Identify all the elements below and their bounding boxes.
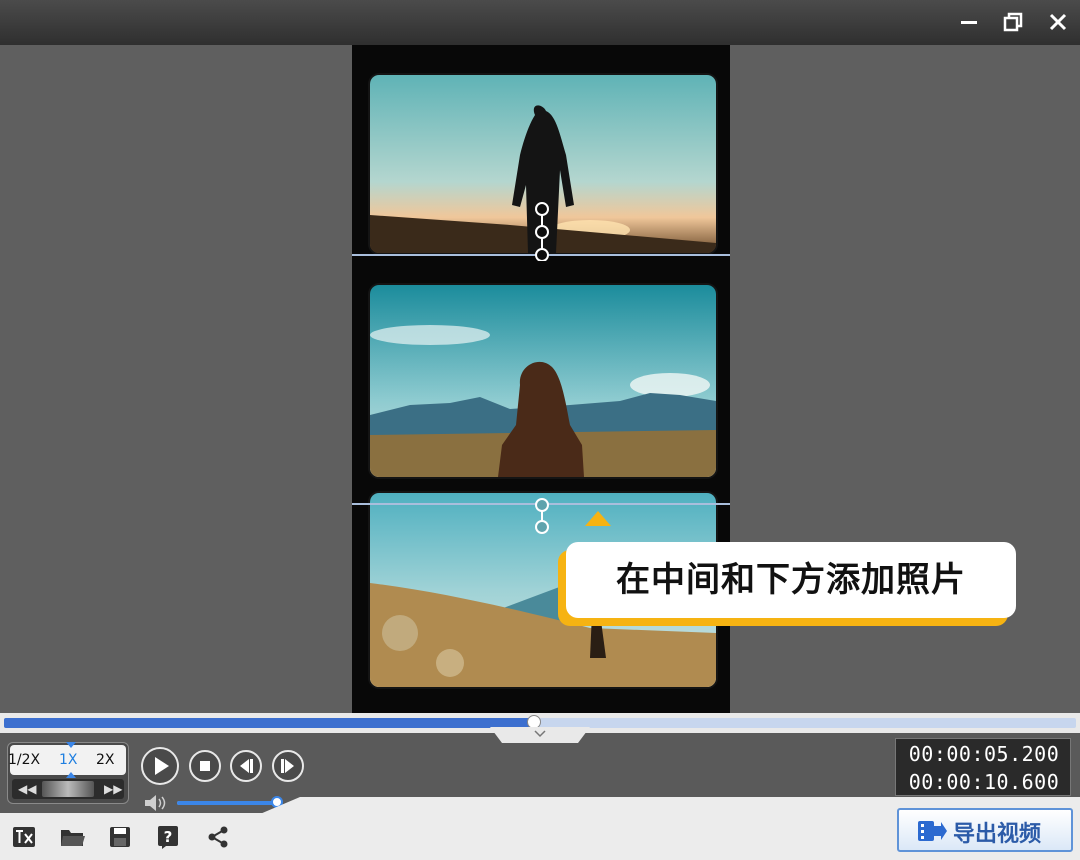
total-time: 00:00:10.600 xyxy=(908,770,1060,794)
rewind-icon[interactable]: ◀◀ xyxy=(18,782,36,796)
title-bar xyxy=(0,0,1080,45)
close-button[interactable] xyxy=(1036,0,1080,45)
chevron-down-icon xyxy=(534,730,546,738)
next-frame-icon xyxy=(281,759,294,773)
speed-indicator-icon xyxy=(66,742,76,748)
restore-icon xyxy=(1003,12,1023,32)
speed-half[interactable]: 1/2X xyxy=(8,752,40,768)
photo-middle[interactable] xyxy=(370,285,716,477)
previous-frame-button[interactable] xyxy=(230,750,262,782)
bottom-drag-handle[interactable] xyxy=(532,497,552,537)
volume-level xyxy=(177,801,277,805)
play-button[interactable] xyxy=(141,747,179,785)
speed-normal[interactable]: 1X xyxy=(59,752,78,768)
speed-selector: 1/2X 1X 2X xyxy=(8,742,126,778)
tip-pointer xyxy=(585,511,611,526)
close-icon xyxy=(1049,13,1067,31)
seek-track[interactable] xyxy=(4,715,1076,729)
top-drag-handle[interactable] xyxy=(532,201,552,261)
export-label: 导出视频 xyxy=(953,822,1042,847)
jog-shuttle[interactable]: ◀◀ ▶▶ xyxy=(12,779,124,799)
tip-box: 在中间和下方添加照片 xyxy=(566,542,1016,618)
tip-text: 在中间和下方添加照片 xyxy=(616,560,966,600)
restore-button[interactable] xyxy=(991,0,1035,45)
save-icon[interactable] xyxy=(108,825,134,849)
fast-forward-icon[interactable]: ▶▶ xyxy=(104,782,122,796)
text-tool-icon[interactable] xyxy=(12,825,38,849)
export-video-icon xyxy=(918,821,947,841)
time-display: 00:00:05.200 00:00:10.600 xyxy=(895,738,1071,796)
stop-icon xyxy=(200,761,210,771)
play-icon xyxy=(155,757,169,775)
open-folder-icon[interactable] xyxy=(60,825,86,849)
svg-text:?: ? xyxy=(164,828,173,846)
seek-handle[interactable] xyxy=(526,715,541,729)
stop-button[interactable] xyxy=(189,750,221,782)
seek-progress xyxy=(4,718,534,728)
jog-grip[interactable] xyxy=(42,781,94,797)
export-video-button[interactable]: 导出视频 xyxy=(897,808,1073,852)
speed-double[interactable]: 2X xyxy=(96,752,115,768)
speaker-icon[interactable] xyxy=(143,793,171,813)
share-icon[interactable] xyxy=(206,825,232,849)
help-icon[interactable]: ? xyxy=(156,825,182,849)
speed-panel: 1/2X 1X 2X ◀◀ ▶▶ xyxy=(7,742,129,804)
previous-frame-icon xyxy=(240,759,253,773)
next-frame-button[interactable] xyxy=(272,750,304,782)
tip-callout: 在中间和下方添加照片 xyxy=(558,530,1030,626)
current-time: 00:00:05.200 xyxy=(908,742,1060,766)
volume-slider[interactable] xyxy=(177,796,283,808)
expand-panel-tab[interactable] xyxy=(490,727,590,743)
speed-indicator-bottom-icon xyxy=(66,772,76,778)
preview-area: 在中间和下方添加照片 xyxy=(0,45,1080,715)
minimize-button[interactable] xyxy=(947,0,991,45)
minimize-icon xyxy=(961,21,977,24)
